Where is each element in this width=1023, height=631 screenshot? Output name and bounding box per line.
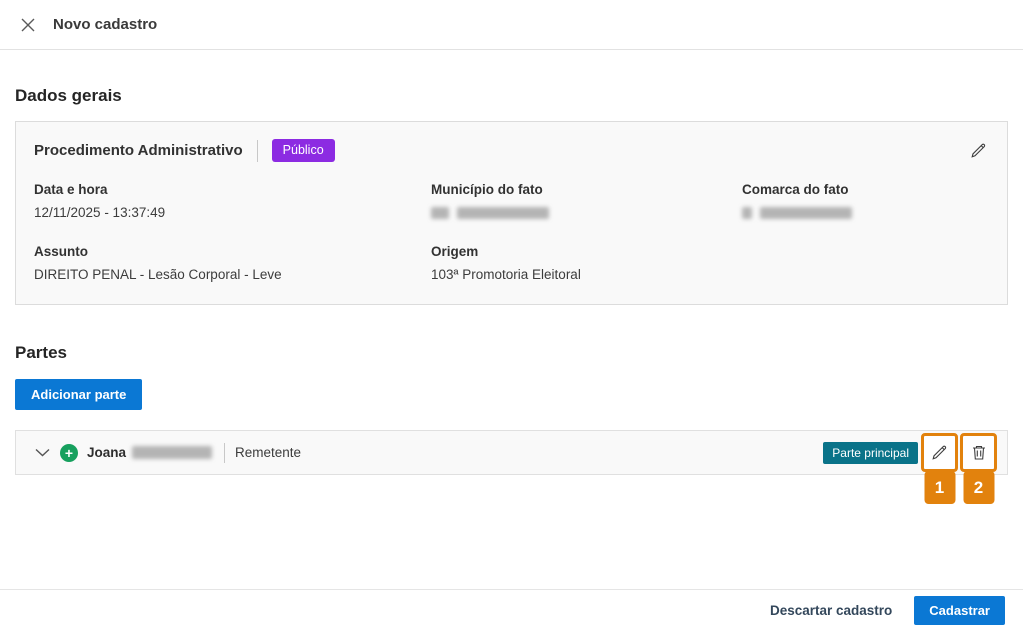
field-value: 103ª Promotoria Eleitoral xyxy=(431,267,742,282)
redacted-surname xyxy=(132,446,212,459)
dados-gerais-card: Procedimento Administrativo Público Data… xyxy=(15,121,1008,305)
page-title: Novo cadastro xyxy=(53,16,157,33)
party-row: + Joana Remetente Parte principal 1 xyxy=(15,430,1008,475)
plus-circle-icon: + xyxy=(60,444,78,462)
edit-dados-gerais-button[interactable] xyxy=(968,140,989,161)
field-label: Assunto xyxy=(34,244,431,259)
vertical-divider xyxy=(224,443,225,463)
field-value-redacted xyxy=(742,205,989,220)
field-value-redacted xyxy=(431,205,742,220)
party-first-name: Joana xyxy=(87,445,126,460)
party-role: Remetente xyxy=(235,445,301,460)
vertical-divider xyxy=(257,140,258,162)
card-header: Procedimento Administrativo Público xyxy=(34,139,989,162)
field-comarca: Comarca do fato xyxy=(742,182,989,220)
redacted-value xyxy=(760,207,852,219)
fields-grid: Data e hora 12/11/2025 - 13:37:49 Municí… xyxy=(34,182,989,282)
som-mark-1: 1 xyxy=(921,433,958,472)
field-municipio: Município do fato xyxy=(431,182,742,220)
procedure-type-label: Procedimento Administrativo xyxy=(34,142,243,159)
chevron-down-icon[interactable] xyxy=(33,446,52,459)
submit-button[interactable]: Cadastrar xyxy=(914,596,1005,625)
close-icon[interactable] xyxy=(18,15,38,35)
delete-party-button[interactable] xyxy=(969,442,989,463)
field-value: DIREITO PENAL - Lesão Corporal - Leve xyxy=(34,267,431,282)
add-party-button[interactable]: Adicionar parte xyxy=(15,379,142,410)
edit-party-button[interactable] xyxy=(929,442,950,463)
redacted-value xyxy=(742,207,752,219)
main-party-badge: Parte principal xyxy=(823,442,918,464)
som-mark-1-label: 1 xyxy=(924,471,955,504)
field-origem: Origem 103ª Promotoria Eleitoral xyxy=(431,244,742,282)
pencil-icon xyxy=(931,444,948,461)
field-label: Data e hora xyxy=(34,182,431,197)
som-mark-2: 2 xyxy=(960,433,997,472)
section-title-partes: Partes xyxy=(15,343,1008,363)
dialog-header: Novo cadastro xyxy=(0,0,1023,50)
discard-button[interactable]: Descartar cadastro xyxy=(770,603,892,618)
pencil-icon xyxy=(970,142,987,159)
field-value: 12/11/2025 - 13:37:49 xyxy=(34,205,431,220)
redacted-value xyxy=(457,207,549,219)
field-label: Comarca do fato xyxy=(742,182,989,197)
main-content: Dados gerais Procedimento Administrativo… xyxy=(0,86,1023,475)
redacted-value xyxy=(431,207,449,219)
field-data-e-hora: Data e hora 12/11/2025 - 13:37:49 xyxy=(34,182,431,220)
trash-icon xyxy=(971,444,987,461)
visibility-badge: Público xyxy=(272,139,335,162)
party-actions: 1 2 xyxy=(921,433,997,472)
field-label: Município do fato xyxy=(431,182,742,197)
party-name: Joana xyxy=(87,445,216,460)
section-title-dados-gerais: Dados gerais xyxy=(15,86,1008,106)
field-label: Origem xyxy=(431,244,742,259)
som-mark-2-label: 2 xyxy=(963,471,994,504)
field-assunto: Assunto DIREITO PENAL - Lesão Corporal -… xyxy=(34,244,431,282)
dialog-footer: Descartar cadastro Cadastrar xyxy=(0,589,1023,631)
